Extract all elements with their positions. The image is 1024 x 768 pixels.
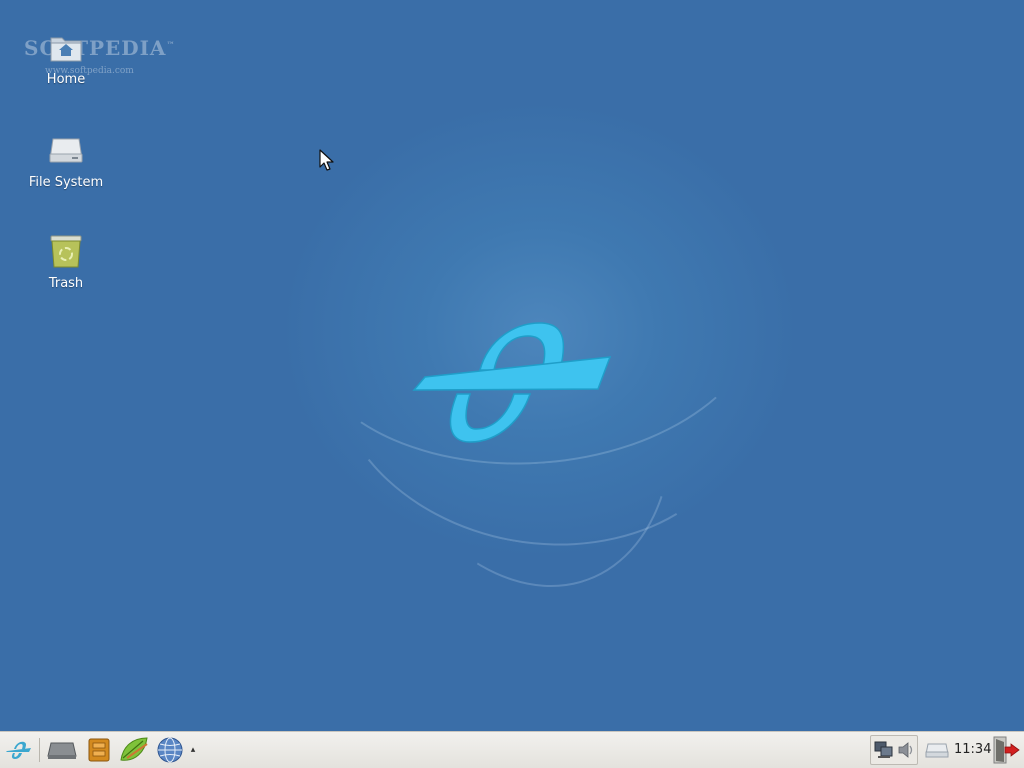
desktop-icon-trash[interactable]: Trash — [16, 234, 116, 291]
desktop-icon-label: Trash — [48, 276, 84, 291]
applications-menu-button[interactable] — [4, 736, 34, 764]
file-manager-launcher[interactable] — [86, 736, 112, 764]
file-manager-icon — [88, 738, 110, 762]
web-browser-icon — [157, 737, 183, 763]
volume-icon[interactable] — [897, 741, 915, 759]
desktop-icon-label: Home — [46, 72, 86, 87]
web-browser-launcher[interactable] — [156, 736, 184, 764]
logout-button[interactable] — [990, 736, 1022, 764]
trash-icon — [50, 235, 82, 268]
removable-drive-button[interactable] — [924, 736, 950, 764]
launcher-overflow-arrow[interactable]: ▴ — [187, 736, 199, 764]
drive-icon — [49, 138, 83, 163]
text-editor-icon — [120, 737, 148, 761]
show-desktop-icon — [47, 742, 77, 759]
bottom-panel: ▴ 11:34 — [0, 731, 1024, 768]
desktop-icon-file-system[interactable]: File System — [16, 133, 116, 190]
show-desktop-button[interactable] — [46, 736, 78, 764]
drive-icon — [925, 743, 949, 758]
distro-logo — [412, 322, 612, 443]
notification-area — [870, 735, 918, 765]
text-editor-launcher[interactable] — [118, 736, 150, 764]
network-icon[interactable] — [874, 740, 894, 760]
xfce-menu-icon — [6, 741, 31, 759]
desktop-icon-home[interactable]: Home — [16, 30, 116, 87]
logout-icon — [993, 736, 1020, 764]
panel-separator — [39, 738, 40, 762]
mouse-pointer-icon — [319, 149, 334, 171]
desktop-icon-label: File System — [28, 175, 104, 190]
clock[interactable]: 11:34 — [954, 742, 991, 757]
desktop[interactable]: SOFTPEDIA™ www.softpedia.com Home File S… — [0, 0, 1024, 731]
home-folder-icon — [50, 37, 82, 62]
